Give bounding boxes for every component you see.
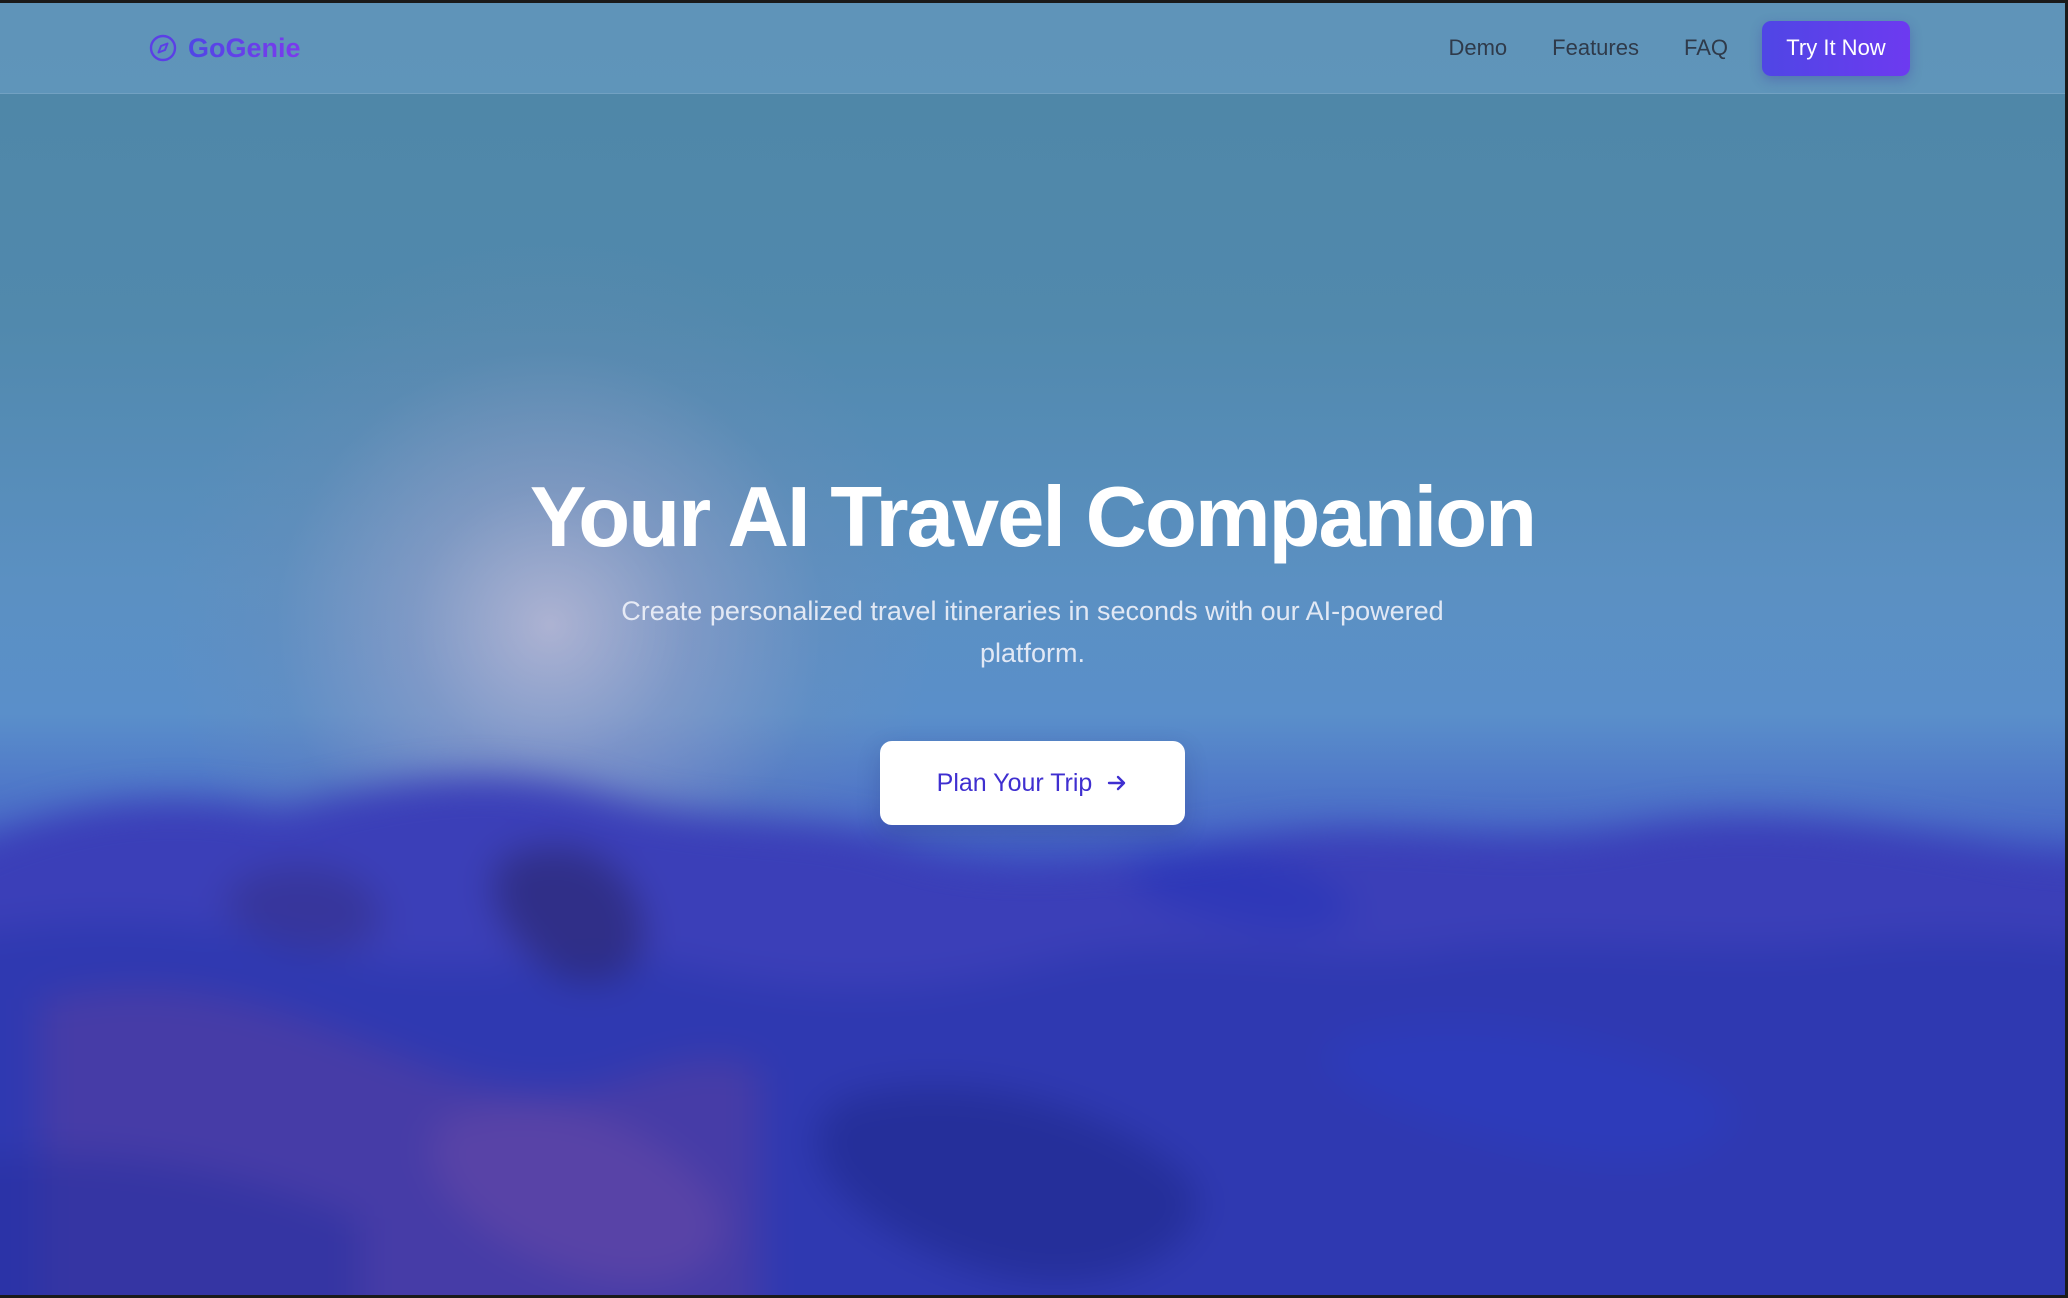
- top-navbar: GoGenie Demo Features FAQ Try It Now: [0, 3, 2065, 94]
- brand-name: GoGenie: [188, 32, 301, 63]
- hero-title: Your AI Travel Companion: [529, 470, 1537, 565]
- window-top-border: [0, 0, 2068, 3]
- brand-logo-link[interactable]: GoGenie: [148, 3, 301, 93]
- hero-section: Your AI Travel Companion Create personal…: [0, 0, 2065, 1298]
- hero-subtitle: Create personalized travel itineraries i…: [621, 596, 1444, 668]
- try-it-now-button[interactable]: Try It Now: [1762, 20, 1910, 76]
- nav-link-demo[interactable]: Demo: [1448, 35, 1507, 61]
- plan-your-trip-label: Plan Your Trip: [936, 768, 1093, 797]
- arrow-right-icon: [1106, 772, 1128, 794]
- compass-icon: [148, 33, 178, 63]
- nav-links: Demo Features FAQ Try It Now: [1448, 3, 1910, 93]
- nav-link-faq[interactable]: FAQ: [1684, 35, 1728, 61]
- nav-link-features[interactable]: Features: [1552, 35, 1639, 61]
- plan-your-trip-button[interactable]: Plan Your Trip: [880, 741, 1185, 825]
- landing-page: GoGenie Demo Features FAQ Try It Now You…: [0, 0, 2068, 1298]
